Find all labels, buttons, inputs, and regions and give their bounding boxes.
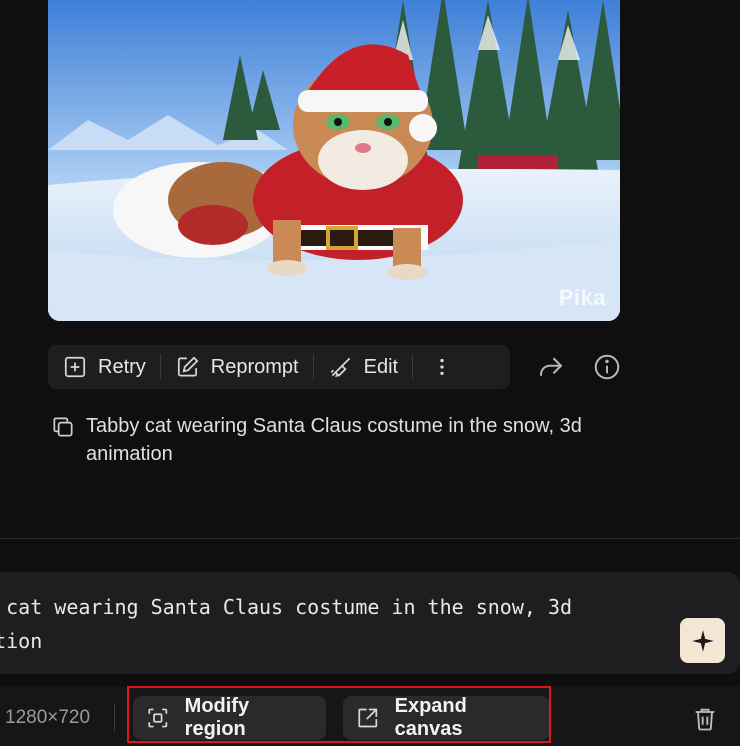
retry-icon: [64, 356, 86, 378]
prompt-input-line-2: mation: [0, 629, 43, 653]
share-icon[interactable]: [536, 352, 566, 382]
section-divider: [0, 538, 740, 539]
prompt-display: Tabby cat wearing Santa Claus costume in…: [50, 412, 650, 468]
more-options-button[interactable]: [413, 345, 471, 389]
edit-label: Edit: [363, 355, 399, 378]
prompt-input-line-1: by cat wearing Santa Claus costume in th…: [0, 595, 573, 619]
copy-icon[interactable]: [50, 414, 76, 440]
trash-icon[interactable]: [691, 704, 719, 734]
video-frame: [48, 0, 620, 321]
resolution-label: 1280×720: [5, 707, 91, 728]
prompt-input-text[interactable]: by cat wearing Santa Claus costume in th…: [0, 590, 670, 658]
video-watermark: Pika: [558, 285, 606, 310]
brush-icon: [330, 357, 350, 378]
enhance-prompt-button[interactable]: [680, 618, 725, 663]
reprompt-label: Reprompt: [210, 355, 299, 378]
sparkle-icon: [691, 629, 714, 652]
highlight-box: [127, 686, 551, 743]
info-icon[interactable]: [592, 352, 622, 382]
video-action-toolbar: Retry Reprompt Edit: [48, 345, 510, 389]
prompt-text: Tabby cat wearing Santa Claus costume in…: [86, 415, 582, 465]
reprompt-button[interactable]: Reprompt: [161, 345, 313, 389]
edit-button[interactable]: Edit: [314, 345, 412, 389]
retry-button[interactable]: Retry: [48, 345, 160, 389]
retry-label: Retry: [98, 355, 146, 378]
vertical-dots-icon: [440, 358, 444, 376]
video-preview[interactable]: Pika: [48, 0, 620, 321]
pencil-square-icon: [177, 356, 199, 377]
bottom-divider: [114, 704, 115, 732]
